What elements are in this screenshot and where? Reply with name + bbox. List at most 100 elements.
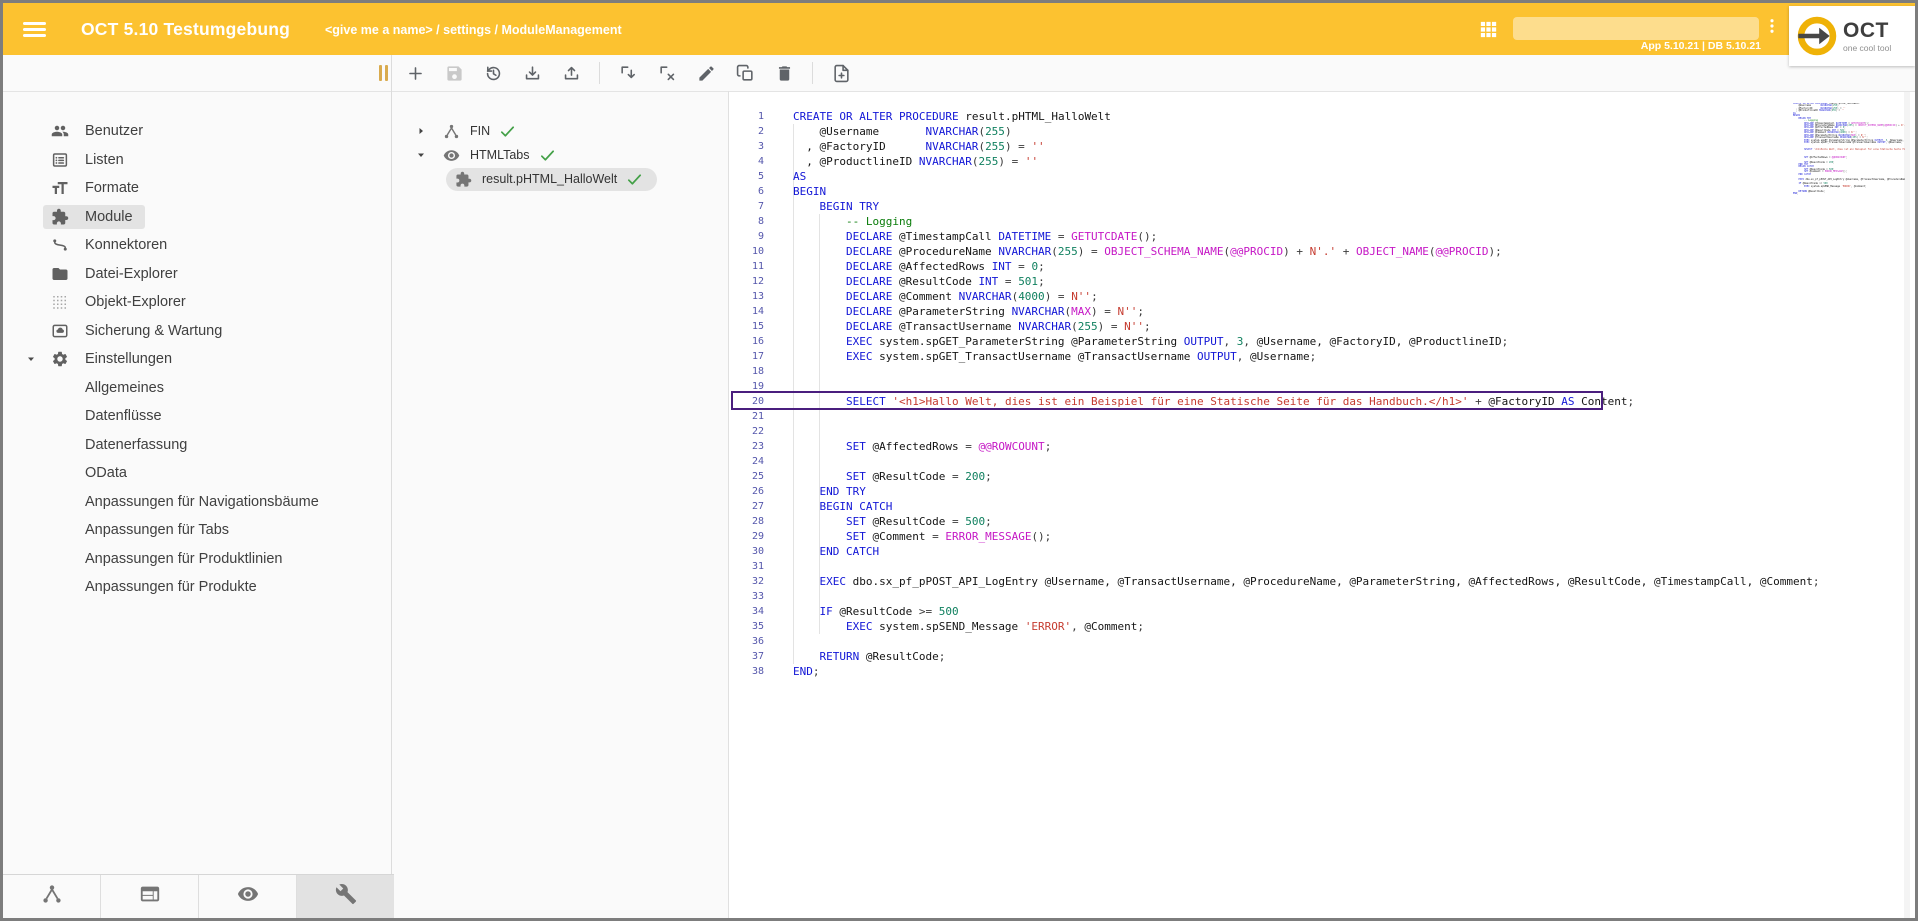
code-line[interactable]: DECLARE @ProcedureName NVARCHAR(255) = O… [793, 244, 1785, 259]
code-line[interactable] [793, 559, 1785, 574]
tree-item-label: HTMLTabs [470, 148, 530, 162]
delete-button[interactable] [769, 58, 799, 88]
code-line[interactable]: END; [793, 664, 1785, 679]
line-number: 2 [728, 124, 764, 139]
code-line[interactable]: CREATE OR ALTER PROCEDURE result.pHTML_H… [793, 109, 1785, 124]
panel-splitter-handle[interactable] [375, 58, 391, 88]
code-line[interactable]: EXEC system.spGET_ParameterString @Param… [793, 334, 1785, 349]
sidebar-item-anpassungen-f-r-produktlinien[interactable]: Anpassungen für Produktlinien [3, 545, 391, 574]
code-line[interactable]: DECLARE @ResultCode INT = 501; [793, 274, 1785, 289]
sidebar-splitter[interactable] [391, 55, 392, 918]
tab-tools-view[interactable] [297, 875, 394, 918]
code-line[interactable]: EXEC system.spGET_TransactUsername @Tran… [793, 349, 1785, 364]
sidebar-item-benutzer[interactable]: Benutzer [3, 117, 391, 146]
chevron-down-icon[interactable] [415, 149, 427, 161]
line-number: 11 [728, 259, 764, 274]
tree-item-htmltabs[interactable]: HTMLTabs [391, 143, 728, 167]
code-line[interactable]: BEGIN [793, 184, 1785, 199]
code-line[interactable]: @Username NVARCHAR(255) [793, 124, 1785, 139]
save-button[interactable] [439, 58, 469, 88]
toolbar-separator [599, 62, 600, 84]
code-line[interactable]: , @ProductlineID NVARCHAR(255) = '' [793, 154, 1785, 169]
code-line[interactable] [793, 424, 1785, 439]
code-line[interactable] [793, 409, 1785, 424]
copy-icon [736, 64, 755, 83]
sidebar-item-label: Datei-Explorer [85, 266, 178, 282]
sidebar-item-allgemeines[interactable]: Allgemeines [3, 374, 391, 403]
sidebar-item-datenerfassung[interactable]: Datenerfassung [3, 431, 391, 460]
code-line[interactable] [793, 589, 1785, 604]
sidebar-nav: BenutzerListenFormateModuleKonnektoren Da… [3, 117, 391, 602]
script-document-button[interactable] [826, 58, 856, 88]
sidebar-item-anpassungen-f-r-navigationsb-ume[interactable]: Anpassungen für Navigationsbäume [3, 488, 391, 517]
line-number: 16 [728, 334, 764, 349]
editor-scrollbar[interactable] [1904, 91, 1910, 918]
discard-button[interactable] [652, 58, 682, 88]
drag-handle-icon [379, 65, 388, 81]
upload-button[interactable] [556, 58, 586, 88]
sidebar-item-module[interactable]: Module [3, 203, 391, 232]
code-line[interactable] [793, 454, 1785, 469]
download-button[interactable] [517, 58, 547, 88]
duplicate-button[interactable] [730, 58, 760, 88]
code-line[interactable]: SET @ResultCode = 200; [793, 469, 1785, 484]
editor-minimap[interactable]: CREATE OR ALTER PROCEDURE result.pHTML_H… [1793, 103, 1905, 199]
download-icon [523, 64, 542, 83]
folder-icon [51, 265, 69, 283]
menu-icon[interactable] [23, 16, 50, 42]
kebab-menu-icon[interactable] [1763, 17, 1781, 41]
apps-grid-icon[interactable] [1477, 18, 1500, 41]
code-line[interactable] [793, 364, 1785, 379]
tab-table-view[interactable] [101, 875, 199, 918]
edit-button[interactable] [691, 58, 721, 88]
chevron-down-icon[interactable] [25, 353, 37, 365]
code-line[interactable]: DECLARE @TimestampCall DATETIME = GETUTC… [793, 229, 1785, 244]
code-line[interactable]: END TRY [793, 484, 1785, 499]
code-line[interactable]: AS [793, 169, 1785, 184]
sidebar-item-label: Anpassungen für Produkte [85, 579, 257, 595]
line-number: 8 [728, 214, 764, 229]
tab-hierarchy-view[interactable] [3, 875, 101, 918]
sidebar-item-odata[interactable]: OData [3, 459, 391, 488]
code-line[interactable]: SET @ResultCode = 500; [793, 514, 1785, 529]
code-line[interactable]: BEGIN TRY [793, 199, 1785, 214]
eye-icon [237, 883, 259, 910]
tree-item-fin[interactable]: FIN [391, 119, 728, 143]
sidebar-item-sicherung-wartung[interactable]: Sicherung & Wartung [3, 317, 391, 346]
check-in-button[interactable] [613, 58, 643, 88]
sidebar-item-objekt-explorer[interactable]: Objekt-Explorer [3, 288, 391, 317]
code-line[interactable] [793, 634, 1785, 649]
code-line[interactable]: EXEC system.spSEND_Message 'ERROR', @Com… [793, 619, 1785, 634]
sidebar-item-datei-explorer[interactable]: Datei-Explorer [3, 260, 391, 289]
code-line[interactable]: SET @Comment = ERROR_MESSAGE(); [793, 529, 1785, 544]
sidebar-item-anpassungen-f-r-produkte[interactable]: Anpassungen für Produkte [3, 573, 391, 602]
code-line[interactable]: END CATCH [793, 544, 1785, 559]
code-line[interactable]: -- Logging [793, 214, 1785, 229]
tree-item-result-phtml-hallowelt[interactable]: result.pHTML_HalloWelt [391, 167, 728, 191]
sidebar-item-anpassungen-f-r-tabs[interactable]: Anpassungen für Tabs [3, 516, 391, 545]
code-line[interactable]: EXEC dbo.sx_pf_pPOST_API_LogEntry @Usern… [793, 574, 1785, 589]
restore-button[interactable] [478, 58, 508, 88]
app-title: OCT 5.10 Testumgebung [81, 3, 290, 55]
code-line[interactable]: DECLARE @ParameterString NVARCHAR(MAX) =… [793, 304, 1785, 319]
code-line[interactable]: , @FactoryID NVARCHAR(255) = '' [793, 139, 1785, 154]
code-line[interactable]: DECLARE @Comment NVARCHAR(4000) = N''; [793, 289, 1785, 304]
line-number: 13 [728, 289, 764, 304]
sidebar-item-einstellungen[interactable]: Einstellungen [3, 345, 391, 374]
code-line[interactable]: DECLARE @AffectedRows INT = 0; [793, 259, 1785, 274]
sidebar-item-listen[interactable]: Listen [3, 146, 391, 175]
tree-splitter[interactable] [728, 91, 729, 918]
user-badge-blurred[interactable] [1513, 17, 1759, 40]
code-line[interactable]: DECLARE @TransactUsername NVARCHAR(255) … [793, 319, 1785, 334]
sidebar-item-konnektoren[interactable]: Konnektoren [3, 231, 391, 260]
chevron-right-icon[interactable] [415, 125, 427, 137]
add-button[interactable] [400, 58, 430, 88]
sidebar-item-datenfl-sse[interactable]: Datenflüsse [3, 402, 391, 431]
code-line[interactable]: BEGIN CATCH [793, 499, 1785, 514]
code-line[interactable]: SET @AffectedRows = @@ROWCOUNT; [793, 439, 1785, 454]
line-number: 32 [728, 574, 764, 589]
code-line[interactable]: IF @ResultCode >= 500 [793, 604, 1785, 619]
sidebar-item-formate[interactable]: Formate [3, 174, 391, 203]
code-line[interactable]: RETURN @ResultCode; [793, 649, 1785, 664]
tab-preview-view[interactable] [199, 875, 297, 918]
